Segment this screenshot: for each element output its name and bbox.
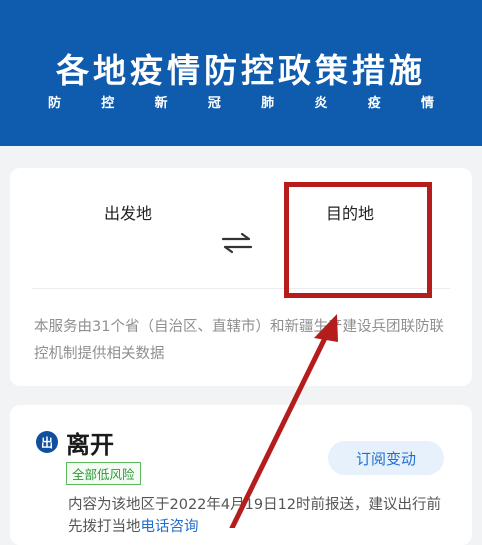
risk-level-tag: 全部低风险: [66, 462, 141, 485]
page-subtitle: 防 控 新 冠 肺 炎 疫 情: [48, 92, 434, 111]
subtitle-char: 新: [154, 96, 168, 111]
leave-title: 离开: [66, 431, 114, 459]
swap-arrows-icon[interactable]: [220, 232, 254, 254]
leave-policy-card: 出 离开 全部低风险 订阅变动 内容为该地区于2022年4月19日12时前报送，…: [10, 405, 472, 545]
leave-policy-note: 内容为该地区于2022年4月19日12时前报送，建议出行前先拨打当地电话咨询: [68, 494, 448, 538]
subtitle-char: 情: [420, 96, 434, 111]
subtitle-char: 疫: [367, 96, 381, 111]
header-banner: 各地疫情防控政策措施 防 控 新 冠 肺 炎 疫 情: [0, 0, 482, 146]
origin-selector[interactable]: 出发地: [104, 200, 152, 224]
departure-badge: 出: [36, 431, 58, 453]
page-title: 各地疫情防控政策措施: [56, 51, 426, 90]
phone-consult-link[interactable]: 电话咨询: [141, 519, 199, 535]
annotation-highlight-box: [284, 182, 432, 298]
subtitle-char: 防: [48, 96, 62, 111]
subscribe-changes-button[interactable]: 订阅变动: [328, 441, 444, 475]
leave-note-text: 内容为该地区于2022年4月19日12时前报送，建议出行前先拨打当地: [68, 497, 442, 535]
subtitle-char: 冠: [207, 96, 221, 111]
subtitle-char: 控: [101, 96, 115, 111]
subtitle-char: 炎: [314, 96, 328, 111]
subtitle-char: 肺: [261, 96, 275, 111]
data-source-note: 本服务由31个省（自治区、直辖市）和新疆生产建设兵团联防联控机制提供相关数据: [34, 319, 444, 362]
